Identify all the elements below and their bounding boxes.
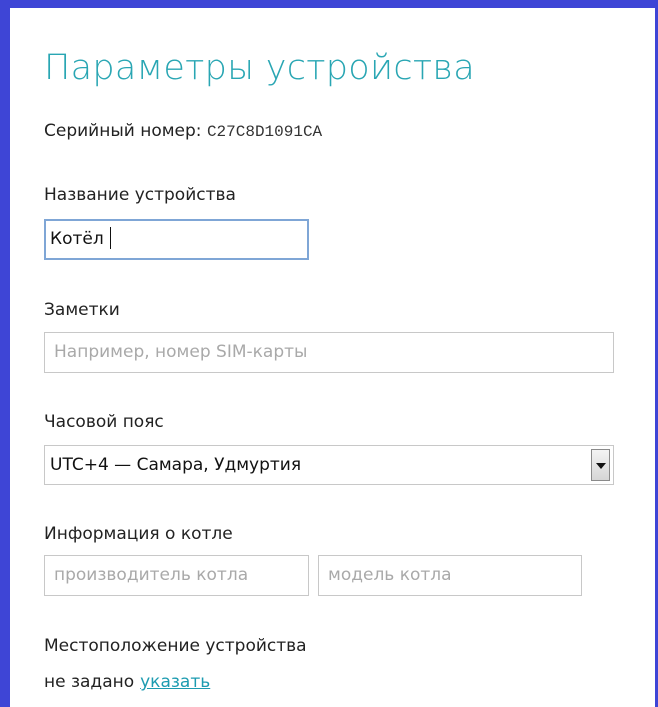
serial-number-label: Серийный номер: <box>44 121 202 141</box>
device-settings-panel: Параметры устройства Серийный номер: C27… <box>10 8 655 707</box>
timezone-dropdown-button[interactable] <box>591 449 610 481</box>
boiler-manufacturer-placeholder: производитель котла <box>54 565 249 585</box>
boiler-model-placeholder: модель котла <box>328 565 452 585</box>
page-title: Параметры устройства <box>44 48 475 88</box>
location-label: Местоположение устройства <box>44 636 307 656</box>
notes-placeholder: Например, номер SIM-карты <box>54 342 308 362</box>
device-name-label: Название устройства <box>44 185 236 205</box>
location-state-text: не задано <box>44 672 135 692</box>
timezone-selected-value: UTC+4 — Самара, Удмуртия <box>50 455 302 475</box>
timezone-select[interactable]: UTC+4 — Самара, Удмуртия <box>44 445 614 485</box>
window-frame: Параметры устройства Серийный номер: C27… <box>0 0 658 707</box>
notes-label: Заметки <box>44 300 120 320</box>
frame-border-left <box>0 0 10 707</box>
notes-input[interactable]: Например, номер SIM-карты <box>44 332 614 373</box>
frame-border-top <box>0 0 658 8</box>
timezone-label: Часовой пояс <box>44 412 164 432</box>
boiler-manufacturer-input[interactable]: производитель котла <box>44 555 309 596</box>
serial-number-row: Серийный номер: C27C8D1091CA <box>44 121 322 141</box>
device-name-input[interactable]: Котёл <box>44 219 309 260</box>
set-location-link[interactable]: указать <box>140 672 210 692</box>
boiler-info-label: Информация о котле <box>44 524 233 544</box>
text-caret <box>109 226 111 249</box>
boiler-model-input[interactable]: модель котла <box>318 555 582 596</box>
device-name-value: Котёл <box>50 229 104 249</box>
chevron-down-icon <box>596 463 606 469</box>
serial-number-value: C27C8D1091CA <box>206 123 323 141</box>
location-row: не задано указать <box>44 672 210 692</box>
